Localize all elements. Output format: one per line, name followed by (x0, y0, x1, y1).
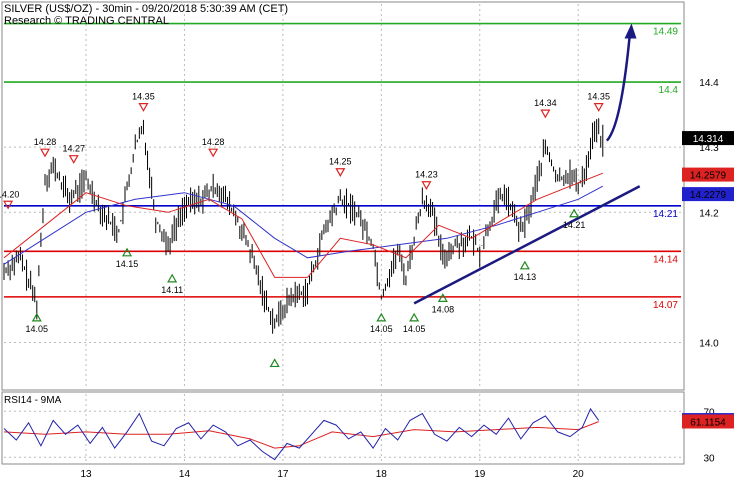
time-tick-label: 14 (179, 469, 191, 480)
high-label: 14.20 (0, 189, 19, 199)
level-label: 14.49 (653, 27, 678, 38)
high-label: 14.35 (132, 92, 155, 102)
high-label: 14.25 (329, 157, 352, 167)
low-label: 14.21 (563, 220, 586, 230)
high-label: 14.28 (202, 137, 225, 147)
price-tag-text: 14.314 (693, 134, 724, 145)
low-label: 14.05 (403, 324, 426, 334)
price-tick-label: 14.4 (699, 78, 719, 89)
rsi-tags: 62.322961.1154 (682, 413, 734, 429)
high-label: 14.27 (62, 144, 85, 154)
price-tag-text: 14.2579 (690, 171, 727, 182)
time-tick-label: 17 (277, 469, 289, 480)
low-label: 14.05 (26, 324, 49, 334)
silver-chart: 14.49 14.4 14.21 14.14 14.07 14.20 14.28 14.27… (0, 0, 735, 480)
high-label: 14.23 (415, 170, 438, 180)
low-label: 14.05 (370, 324, 393, 334)
rsi-tag-text: 61.1154 (690, 417, 726, 428)
time-tick-label: 13 (80, 469, 92, 480)
price-tick-label: 14.0 (699, 338, 719, 349)
chart-title: SILVER (US$/OZ) - 30min - 09/20/2018 5:3… (4, 3, 288, 15)
time-tick-label: 18 (376, 469, 388, 480)
rsi-title: RSI14 - 9MA (4, 395, 62, 406)
low-label: 14.13 (514, 272, 537, 282)
time-tick-label: 19 (474, 469, 486, 480)
time-tick-label: 20 (573, 469, 585, 480)
high-label: 14.28 (34, 137, 57, 147)
level-label: 14.14 (653, 254, 678, 265)
price-tag-text: 14.2279 (690, 190, 727, 201)
high-label: 14.35 (587, 92, 610, 102)
rsi-tick-label: 30 (703, 453, 715, 464)
high-label: 14.34 (534, 98, 557, 108)
level-label: 14.4 (659, 85, 679, 96)
research-credit: Research © TRADING CENTRAL (4, 15, 169, 27)
level-label: 14.21 (653, 209, 678, 220)
price-tick-label: 14.2 (699, 208, 719, 219)
low-label: 14.15 (116, 259, 139, 269)
low-label: 14.11 (161, 285, 183, 295)
level-label: 14.07 (653, 300, 678, 311)
low-label: 14.08 (432, 304, 455, 314)
